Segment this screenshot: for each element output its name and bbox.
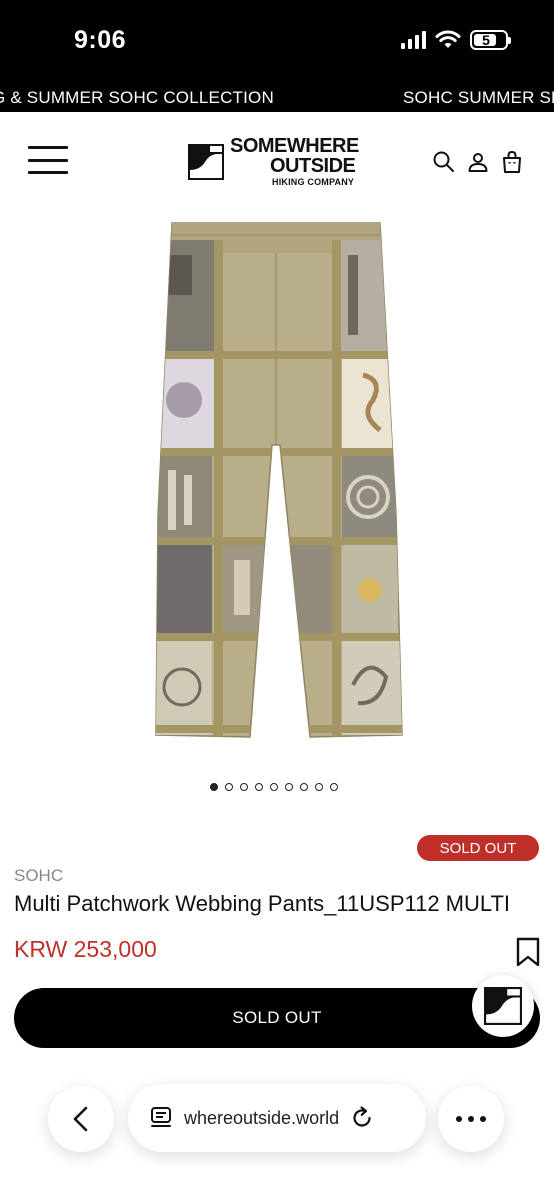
carousel-dot[interactable] [225,783,233,791]
product-brand[interactable]: SOHC [14,866,63,886]
browser-toolbar: whereoutside.world [0,1062,554,1200]
address-bar[interactable]: whereoutside.world [128,1084,426,1152]
battery-icon: 5 [470,30,511,50]
status-bar: 9:06 5 [0,0,554,82]
status-time: 9:06 [74,26,127,54]
carousel-dot[interactable] [255,783,263,791]
carousel-dot[interactable] [210,783,218,791]
carousel-dot[interactable] [315,783,323,791]
site-header: SOMEWHERE OUTSIDE HIKING COMPANY [0,112,554,212]
carousel-dot[interactable] [300,783,308,791]
bookmark-icon[interactable] [516,937,540,967]
dot-icon [468,1116,474,1122]
brand-logo[interactable]: SOMEWHERE OUTSIDE HIKING COMPANY [188,136,359,187]
url-text: whereoutside.world [184,1107,340,1128]
shopping-bag-icon[interactable] [500,150,524,174]
status-indicators: 5 [401,30,511,50]
announcement-marquee[interactable]: G & SUMMER SOHC COLLECTION SOHC SUMMER S… [0,82,554,112]
dot-icon [480,1116,486,1122]
logo-text-line2: OUTSIDE [270,155,356,177]
brand-logo-icon [484,987,522,1025]
chevron-left-icon [73,1106,88,1132]
wifi-icon [435,30,461,48]
marquee-item: SOHC SUMMER SEA [403,88,554,107]
hamburger-menu-icon[interactable] [28,146,68,174]
logo-mark-icon [188,143,224,180]
carousel-dot[interactable] [285,783,293,791]
search-icon[interactable] [432,150,456,174]
logo-text-line3: HIKING COMPANY [272,177,355,187]
dot-icon [456,1116,462,1122]
sold-out-button[interactable]: SOLD OUT [14,988,540,1048]
floating-chat-button[interactable] [472,975,534,1037]
carousel-dot[interactable] [330,783,338,791]
logo-text-line1: SOMEWHERE [230,135,359,157]
cellular-signal-icon [401,31,426,49]
carousel-dot[interactable] [240,783,248,791]
more-options-button[interactable] [438,1086,504,1152]
sold-out-badge: SOLD OUT [417,835,539,861]
account-icon[interactable] [466,150,490,174]
carousel-dot[interactable] [270,783,278,791]
reload-icon[interactable] [349,1105,375,1131]
product-price: KRW 253,000 [14,936,157,962]
marquee-item: G & SUMMER SOHC COLLECTION [0,88,274,107]
product-title: Multi Patchwork Webbing Pants_11USP112 M… [14,891,511,916]
reader-mode-icon[interactable] [148,1105,174,1131]
back-button[interactable] [48,1086,114,1152]
carousel-dots[interactable] [210,783,338,791]
battery-level: 5 [482,32,490,48]
product-image[interactable] [148,215,408,740]
